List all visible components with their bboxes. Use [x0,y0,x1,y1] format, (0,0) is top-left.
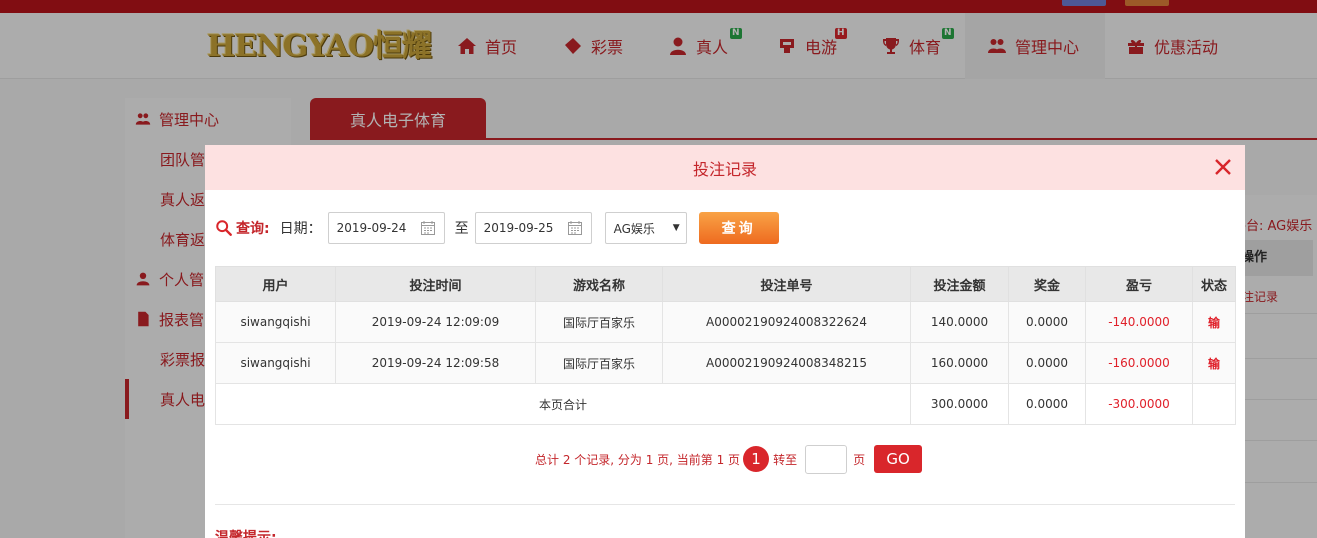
total-bonus: 0.0000 [1008,383,1086,425]
column-header: 盈亏 [1085,266,1193,302]
search-icon [216,220,232,236]
start-date-input[interactable]: 2019-09-24 [327,212,445,244]
column-header: 奖金 [1008,266,1086,302]
section-divider [215,504,1235,505]
page-unit-label: 页 [853,452,866,467]
total-status [1192,383,1236,425]
total-profit-loss: -300.0000 [1085,383,1193,425]
cell-bonus: 0.0000 [1008,342,1086,384]
cell-user: siwangqishi [215,301,336,343]
pagination-summary: 总计 2 个记录, 分为 1 页, 当前第 1 页 [535,452,741,467]
cell-game-name: 国际厅百家乐 [535,301,663,343]
column-header: 状态 [1192,266,1236,302]
calendar-icon [420,221,435,235]
cell-bet-amount: 160.0000 [910,342,1009,384]
date-label: 日期： [279,221,322,237]
end-date-input[interactable]: 2019-09-25 [474,212,592,244]
dropdown-arrow-icon: ▼ [672,223,680,233]
modal-header: 投注记录 [205,145,1245,190]
table-row: siwangqishi 2019-09-24 12:09:09 国际厅百家乐 A… [215,301,1236,343]
cell-status: 输 [1192,342,1236,384]
cell-user: siwangqishi [215,342,336,384]
cell-bonus: 0.0000 [1008,301,1086,343]
column-header: 投注单号 [662,266,911,302]
pagination: 总计 2 个记录, 分为 1 页, 当前第 1 页 1 转至 页 GO [535,444,923,474]
cell-status: 输 [1192,301,1236,343]
query-label: 查询: [215,218,270,238]
close-button[interactable] [1213,157,1233,177]
bet-records-modal: 投注记录 查询: 日期： 2019-09-24 至 2019-09-25 AG娱… [205,145,1245,538]
table-total-row: 本页合计 300.0000 0.0000 -300.0000 [215,383,1236,425]
cell-bet-number: A00002190924008348215 [662,342,911,384]
cell-bet-amount: 140.0000 [910,301,1009,343]
cell-profit-loss: -140.0000 [1085,301,1193,343]
platform-select[interactable]: AG娱乐 ▼ [604,212,687,244]
table-row: siwangqishi 2019-09-24 12:09:58 国际厅百家乐 A… [215,342,1236,384]
bet-records-table: 用户 投注时间 游戏名称 投注单号 投注金额 奖金 盈亏 状态 siwangqi… [215,266,1236,425]
close-icon [1215,159,1231,175]
calendar-icon [567,221,582,235]
tip-title: 温馨提示: [215,530,277,538]
go-button[interactable]: GO [874,445,923,473]
table-header-row: 用户 投注时间 游戏名称 投注单号 投注金额 奖金 盈亏 状态 [215,266,1236,302]
query-label-text: 查询: [236,221,270,237]
column-header: 用户 [215,266,336,302]
query-button[interactable]: 查询 [698,212,779,244]
start-date-value: 2019-09-24 [336,221,407,235]
modal-title: 投注记录 [692,159,757,179]
total-bet-amount: 300.0000 [910,383,1009,425]
column-header: 游戏名称 [535,266,663,302]
page-number-button[interactable]: 1 [743,446,770,472]
end-date-value: 2019-09-25 [483,221,554,235]
goto-page-input[interactable] [805,444,848,474]
cell-bet-number: A0000219092400832262​4 [662,301,911,343]
cell-bet-time: 2019-09-24 12:09:09 [335,301,536,343]
goto-label: 转至 [773,452,798,467]
query-bar: 查询: 日期： 2019-09-24 至 2019-09-25 AG娱乐 ▼ 查… [215,212,1235,244]
cell-profit-loss: -160.0000 [1085,342,1193,384]
platform-select-value: AG娱乐 [613,221,655,236]
cell-bet-time: 2019-09-24 12:09:58 [335,342,536,384]
total-label: 本页合计 [215,383,911,425]
to-label: 至 [454,221,469,237]
column-header: 投注金额 [910,266,1009,302]
column-header: 投注时间 [335,266,536,302]
cell-game-name: 国际厅百家乐 [535,342,663,384]
